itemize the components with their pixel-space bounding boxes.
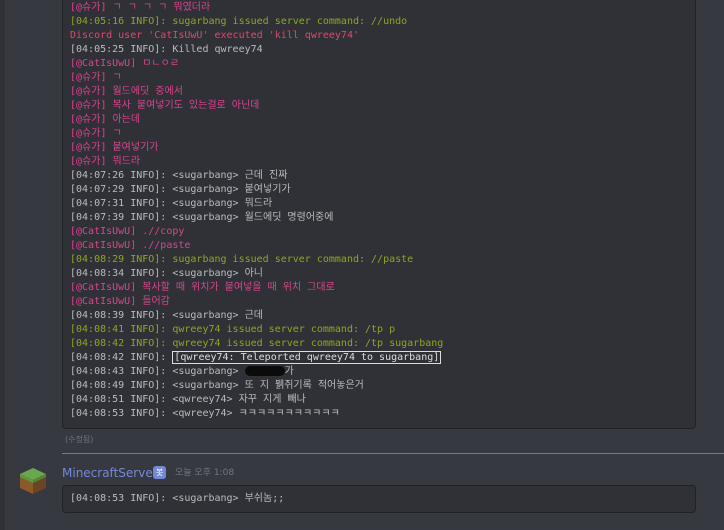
console-line-text: [@슈가] 아는데: [70, 114, 141, 125]
console-line-text: [04:07:29 INFO]: <sugarbang> 붙여넣기가: [70, 184, 291, 195]
console-line-text: [04:08:42 INFO]:: [70, 352, 173, 363]
console-line-text: [04:08:29 INFO]: sugarbang issued server…: [70, 254, 414, 265]
minecraft-grass-avatar[interactable]: [17, 465, 49, 497]
console-line: [04:05:16 INFO]: sugarbang issued server…: [70, 15, 695, 29]
console-line: [@슈가] ㄱ: [70, 127, 695, 141]
console-line: [@CatIsUwU] 들어감: [70, 295, 695, 309]
console-line: [04:08:43 INFO]: <sugarbang> 가: [70, 365, 695, 379]
console-line-text: [04:07:26 INFO]: <sugarbang> 근데 진짜: [70, 170, 288, 181]
console-line-text: [04:07:39 INFO]: <sugarbang> 월드에딧 명령어중에: [70, 212, 334, 223]
console-line-text: [04:05:16 INFO]: sugarbang issued server…: [70, 16, 408, 27]
console-line-text: [@CatIsUwU] .//copy: [70, 226, 185, 237]
console-line: [@CatIsUwU] .//paste: [70, 239, 695, 253]
console-line: [04:08:39 INFO]: <sugarbang> 근데: [70, 309, 695, 323]
console-line-text: [04:08:49 INFO]: <sugarbang> 또 지 뷁쥐기록 적어…: [70, 380, 364, 391]
console-line: [04:07:31 INFO]: <sugarbang> 뭐드라: [70, 197, 695, 211]
console-line-text: [@슈가] 월드에딧 중에서: [70, 86, 183, 97]
console-line: [@슈가] 붙여넣기가: [70, 141, 695, 155]
console-line-text: [@CatIsUwU] 들어감: [70, 296, 170, 307]
console-line: Discord user 'CatIsUwU' executed 'kill q…: [70, 29, 695, 43]
console-line-text: [@슈가] ㄱ: [70, 128, 122, 139]
left-strip: [0, 0, 5, 530]
console-line: [@슈가] ㄱ ㄱ ㄱ ㄱ 뭐였더라: [70, 1, 695, 15]
console-line-text: [04:08:51 INFO]: <qwreey74> 자꾸 지게 빼나: [70, 394, 306, 405]
console-line-suffix: 가: [284, 366, 294, 377]
new-messages-divider: [62, 453, 724, 454]
console-line-text: [@슈가] 뭐드라: [70, 156, 141, 167]
console-line-text: [@슈가] ㄱ ㄱ ㄱ ㄱ 뭐였더라: [70, 2, 211, 13]
console-line-text: [04:08:42 INFO]: qwreey74 issued server …: [70, 338, 444, 349]
console-line: [@CatIsUwU] ㅁㄴㅇㄹ: [70, 57, 695, 71]
author-name[interactable]: MinecraftServer: [62, 465, 158, 481]
console-line: [04:08:34 INFO]: <sugarbang> 아니: [70, 267, 695, 281]
console-line-text: [@CatIsUwU] 복사할 때 위치가 붙여넣을 때 위치 그대로: [70, 282, 335, 293]
console-line: [04:08:51 INFO]: <qwreey74> 자꾸 지게 빼나: [70, 393, 695, 407]
console-line: [04:08:53 INFO]: <sugarbang> 부쉬놈;;: [70, 493, 285, 504]
console-line: [@CatIsUwU] 복사할 때 위치가 붙여넣을 때 위치 그대로: [70, 281, 695, 295]
console-line: [04:08:49 INFO]: <sugarbang> 또 지 뷁쥐기록 적어…: [70, 379, 695, 393]
console-line-text: [04:08:39 INFO]: <sugarbang> 근데: [70, 310, 263, 321]
console-line: [@슈가] ㄱ: [70, 71, 695, 85]
console-line: [04:08:29 INFO]: sugarbang issued server…: [70, 253, 695, 267]
console-line: [@CatIsUwU] .//copy: [70, 225, 695, 239]
console-line-text: [@슈가] 붙여넣기가: [70, 142, 159, 153]
console-line-text: [04:05:25 INFO]: Killed qwreey74: [70, 44, 263, 55]
console-line: [04:08:53 INFO]: <qwreey74> ㅋㅋㅋㅋㅋㅋㅋㅋㅋㅋㅋ: [70, 407, 695, 421]
console-line-text: [04:08:34 INFO]: <sugarbang> 아니: [70, 268, 263, 279]
highlighted-text: [qwreey74: Teleported qwreey74 to sugarb…: [172, 351, 442, 364]
console-line-text: [@CatIsUwU] .//paste: [70, 240, 191, 251]
censored-text: [244, 366, 285, 376]
console-line: [04:08:42 INFO]: [qwreey74: Teleported q…: [70, 351, 695, 365]
console-line: [@슈가] 월드에딧 중에서: [70, 85, 695, 99]
console-line-text: [@CatIsUwU] ㅁㄴㅇㄹ: [70, 58, 180, 69]
server-message-code-block: [04:08:53 INFO]: <sugarbang> 부쉬놈;;: [62, 485, 696, 513]
console-line-text: [04:08:41 INFO]: qwreey74 issued server …: [70, 324, 396, 335]
console-line: [04:08:41 INFO]: qwreey74 issued server …: [70, 323, 695, 337]
console-line-text: Discord user 'CatIsUwU' executed 'kill q…: [70, 30, 359, 41]
console-line: [@슈가] 뭐드라: [70, 155, 695, 169]
console-line-text: [04:07:31 INFO]: <sugarbang> 뭐드라: [70, 198, 273, 209]
bot-badge: 봇: [153, 466, 167, 479]
console-line: [04:07:39 INFO]: <sugarbang> 월드에딧 명령어중에: [70, 211, 695, 225]
console-line-text: [@슈가] ㄱ: [70, 72, 122, 83]
console-line: [04:07:29 INFO]: <sugarbang> 붙여넣기가: [70, 183, 695, 197]
console-line: [@슈가] 아는데: [70, 113, 695, 127]
console-code-block: [@슈가] ㄱ ㄱ ㄱ ㄱ 뭐였더라 [04:05:16 INFO]: sugar…: [62, 0, 696, 429]
console-line: [04:07:26 INFO]: <sugarbang> 근데 진짜: [70, 169, 695, 183]
console-line: [04:05:25 INFO]: Killed qwreey74: [70, 43, 695, 57]
console-line-text: [04:08:43 INFO]: <sugarbang>: [70, 366, 245, 377]
console-line: [@슈가] 복사 붙여넣기도 있는걸로 아닌데: [70, 99, 695, 113]
console-line-text: [04:08:53 INFO]: <qwreey74> ㅋㅋㅋㅋㅋㅋㅋㅋㅋㅋㅋ: [70, 408, 340, 419]
console-line-text: [@슈가] 복사 붙여넣기도 있는걸로 아닌데: [70, 100, 260, 111]
edited-label: (수정됨): [65, 435, 94, 444]
message-timestamp: 오늘 오후 1:08: [175, 468, 235, 478]
console-line: [04:08:42 INFO]: qwreey74 issued server …: [70, 337, 695, 351]
